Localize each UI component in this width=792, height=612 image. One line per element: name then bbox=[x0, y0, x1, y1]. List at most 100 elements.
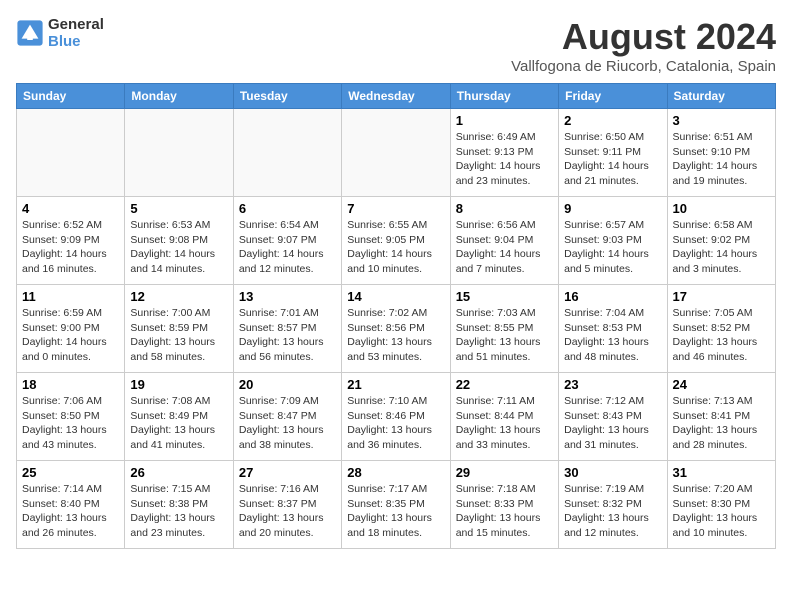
day-number: 14 bbox=[347, 289, 444, 304]
day-info: Sunrise: 6:51 AM Sunset: 9:10 PM Dayligh… bbox=[673, 130, 770, 189]
calendar-cell: 7 Sunrise: 6:55 AM Sunset: 9:05 PM Daylig… bbox=[342, 197, 450, 285]
calendar-cell bbox=[342, 109, 450, 197]
calendar-cell: 17 Sunrise: 7:05 AM Sunset: 8:52 PM Dayli… bbox=[667, 285, 775, 373]
location: Vallfogona de Riucorb, Catalonia, Spain bbox=[511, 58, 776, 75]
day-number: 23 bbox=[564, 377, 661, 392]
day-number: 15 bbox=[456, 289, 553, 304]
day-info: Sunrise: 6:50 AM Sunset: 9:11 PM Dayligh… bbox=[564, 130, 661, 189]
day-info: Sunrise: 6:53 AM Sunset: 9:08 PM Dayligh… bbox=[130, 218, 227, 277]
day-info: Sunrise: 7:01 AM Sunset: 8:57 PM Dayligh… bbox=[239, 306, 336, 365]
calendar-cell: 27 Sunrise: 7:16 AM Sunset: 8:37 PM Dayli… bbox=[233, 461, 341, 549]
page-header: General Blue August 2024 Vallfogona de R… bbox=[16, 16, 776, 75]
day-info: Sunrise: 6:52 AM Sunset: 9:09 PM Dayligh… bbox=[22, 218, 119, 277]
day-header-saturday: Saturday bbox=[667, 84, 775, 109]
day-number: 28 bbox=[347, 465, 444, 480]
calendar-cell: 12Sunrise: 7:00 AM Sunset: 8:59 PM Dayli… bbox=[125, 285, 233, 373]
calendar-cell: 22 Sunrise: 7:11 AM Sunset: 8:44 PM Dayli… bbox=[450, 373, 558, 461]
day-info: Sunrise: 7:02 AM Sunset: 8:56 PM Dayligh… bbox=[347, 306, 444, 365]
week-row: 1 Sunrise: 6:49 AM Sunset: 9:13 PM Daylig… bbox=[17, 109, 776, 197]
day-number: 2 bbox=[564, 113, 661, 128]
day-info: Sunrise: 7:15 AM Sunset: 8:38 PM Dayligh… bbox=[130, 482, 227, 541]
day-info: Sunrise: 7:09 AM Sunset: 8:47 PM Dayligh… bbox=[239, 394, 336, 453]
calendar-cell: 2 Sunrise: 6:50 AM Sunset: 9:11 PM Daylig… bbox=[559, 109, 667, 197]
day-number: 25 bbox=[22, 465, 119, 480]
day-header-thursday: Thursday bbox=[450, 84, 558, 109]
calendar-cell: 23 Sunrise: 7:12 AM Sunset: 8:43 PM Dayli… bbox=[559, 373, 667, 461]
calendar-cell: 13 Sunrise: 7:01 AM Sunset: 8:57 PM Dayli… bbox=[233, 285, 341, 373]
logo-text: General Blue bbox=[48, 16, 104, 50]
day-number: 10 bbox=[673, 201, 770, 216]
calendar-cell: 25 Sunrise: 7:14 AM Sunset: 8:40 PM Dayli… bbox=[17, 461, 125, 549]
day-number: 30 bbox=[564, 465, 661, 480]
day-number: 27 bbox=[239, 465, 336, 480]
calendar-cell: 29Sunrise: 7:18 AM Sunset: 8:33 PM Dayli… bbox=[450, 461, 558, 549]
logo-icon bbox=[16, 19, 44, 47]
day-number: 18 bbox=[22, 377, 119, 392]
day-number: 22 bbox=[456, 377, 553, 392]
week-row: 11 Sunrise: 6:59 AM Sunset: 9:00 PM Dayli… bbox=[17, 285, 776, 373]
day-number: 11 bbox=[22, 289, 119, 304]
month-year: August 2024 bbox=[511, 16, 776, 58]
calendar-cell: 28 Sunrise: 7:17 AM Sunset: 8:35 PM Dayli… bbox=[342, 461, 450, 549]
day-header-sunday: Sunday bbox=[17, 84, 125, 109]
calendar-header: SundayMondayTuesdayWednesdayThursdayFrid… bbox=[17, 84, 776, 109]
calendar-cell: 30Sunrise: 7:19 AM Sunset: 8:32 PM Dayli… bbox=[559, 461, 667, 549]
day-number: 4 bbox=[22, 201, 119, 216]
day-number: 1 bbox=[456, 113, 553, 128]
day-info: Sunrise: 6:49 AM Sunset: 9:13 PM Dayligh… bbox=[456, 130, 553, 189]
day-info: Sunrise: 7:11 AM Sunset: 8:44 PM Dayligh… bbox=[456, 394, 553, 453]
calendar-cell: 16 Sunrise: 7:04 AM Sunset: 8:53 PM Dayli… bbox=[559, 285, 667, 373]
calendar-cell bbox=[125, 109, 233, 197]
day-number: 17 bbox=[673, 289, 770, 304]
calendar-cell bbox=[17, 109, 125, 197]
day-info: Sunrise: 6:55 AM Sunset: 9:05 PM Dayligh… bbox=[347, 218, 444, 277]
week-row: 25 Sunrise: 7:14 AM Sunset: 8:40 PM Dayli… bbox=[17, 461, 776, 549]
day-info: Sunrise: 6:59 AM Sunset: 9:00 PM Dayligh… bbox=[22, 306, 119, 365]
calendar-cell: 21 Sunrise: 7:10 AM Sunset: 8:46 PM Dayli… bbox=[342, 373, 450, 461]
day-info: Sunrise: 7:00 AM Sunset: 8:59 PM Dayligh… bbox=[130, 306, 227, 365]
calendar-cell: 11 Sunrise: 6:59 AM Sunset: 9:00 PM Dayli… bbox=[17, 285, 125, 373]
week-row: 4 Sunrise: 6:52 AM Sunset: 9:09 PM Daylig… bbox=[17, 197, 776, 285]
logo: General Blue bbox=[16, 16, 104, 50]
day-info: Sunrise: 7:04 AM Sunset: 8:53 PM Dayligh… bbox=[564, 306, 661, 365]
day-number: 24 bbox=[673, 377, 770, 392]
day-number: 13 bbox=[239, 289, 336, 304]
calendar-cell: 20Sunrise: 7:09 AM Sunset: 8:47 PM Dayli… bbox=[233, 373, 341, 461]
day-info: Sunrise: 6:58 AM Sunset: 9:02 PM Dayligh… bbox=[673, 218, 770, 277]
calendar-cell: 15Sunrise: 7:03 AM Sunset: 8:55 PM Dayli… bbox=[450, 285, 558, 373]
calendar-cell: 18 Sunrise: 7:06 AM Sunset: 8:50 PM Dayli… bbox=[17, 373, 125, 461]
calendar-cell: 3Sunrise: 6:51 AM Sunset: 9:10 PM Daylig… bbox=[667, 109, 775, 197]
day-number: 16 bbox=[564, 289, 661, 304]
calendar: SundayMondayTuesdayWednesdayThursdayFrid… bbox=[16, 83, 776, 549]
calendar-cell: 6Sunrise: 6:54 AM Sunset: 9:07 PM Daylig… bbox=[233, 197, 341, 285]
calendar-cell: 1 Sunrise: 6:49 AM Sunset: 9:13 PM Daylig… bbox=[450, 109, 558, 197]
day-info: Sunrise: 7:12 AM Sunset: 8:43 PM Dayligh… bbox=[564, 394, 661, 453]
calendar-cell: 31 Sunrise: 7:20 AM Sunset: 8:30 PM Dayli… bbox=[667, 461, 775, 549]
day-number: 21 bbox=[347, 377, 444, 392]
calendar-cell: 9Sunrise: 6:57 AM Sunset: 9:03 PM Daylig… bbox=[559, 197, 667, 285]
day-info: Sunrise: 7:10 AM Sunset: 8:46 PM Dayligh… bbox=[347, 394, 444, 453]
day-header-tuesday: Tuesday bbox=[233, 84, 341, 109]
day-info: Sunrise: 7:20 AM Sunset: 8:30 PM Dayligh… bbox=[673, 482, 770, 541]
calendar-cell: 8Sunrise: 6:56 AM Sunset: 9:04 PM Daylig… bbox=[450, 197, 558, 285]
calendar-cell: 4 Sunrise: 6:52 AM Sunset: 9:09 PM Daylig… bbox=[17, 197, 125, 285]
day-info: Sunrise: 7:05 AM Sunset: 8:52 PM Dayligh… bbox=[673, 306, 770, 365]
day-number: 7 bbox=[347, 201, 444, 216]
day-info: Sunrise: 7:17 AM Sunset: 8:35 PM Dayligh… bbox=[347, 482, 444, 541]
day-info: Sunrise: 7:16 AM Sunset: 8:37 PM Dayligh… bbox=[239, 482, 336, 541]
day-number: 6 bbox=[239, 201, 336, 216]
day-number: 5 bbox=[130, 201, 227, 216]
day-info: Sunrise: 7:13 AM Sunset: 8:41 PM Dayligh… bbox=[673, 394, 770, 453]
title-block: August 2024 Vallfogona de Riucorb, Catal… bbox=[511, 16, 776, 75]
day-number: 31 bbox=[673, 465, 770, 480]
day-info: Sunrise: 6:57 AM Sunset: 9:03 PM Dayligh… bbox=[564, 218, 661, 277]
day-info: Sunrise: 7:06 AM Sunset: 8:50 PM Dayligh… bbox=[22, 394, 119, 453]
calendar-cell: 26 Sunrise: 7:15 AM Sunset: 8:38 PM Dayli… bbox=[125, 461, 233, 549]
calendar-cell: 14 Sunrise: 7:02 AM Sunset: 8:56 PM Dayli… bbox=[342, 285, 450, 373]
day-number: 26 bbox=[130, 465, 227, 480]
day-info: Sunrise: 7:08 AM Sunset: 8:49 PM Dayligh… bbox=[130, 394, 227, 453]
week-row: 18 Sunrise: 7:06 AM Sunset: 8:50 PM Dayli… bbox=[17, 373, 776, 461]
day-info: Sunrise: 7:14 AM Sunset: 8:40 PM Dayligh… bbox=[22, 482, 119, 541]
day-number: 8 bbox=[456, 201, 553, 216]
day-number: 29 bbox=[456, 465, 553, 480]
